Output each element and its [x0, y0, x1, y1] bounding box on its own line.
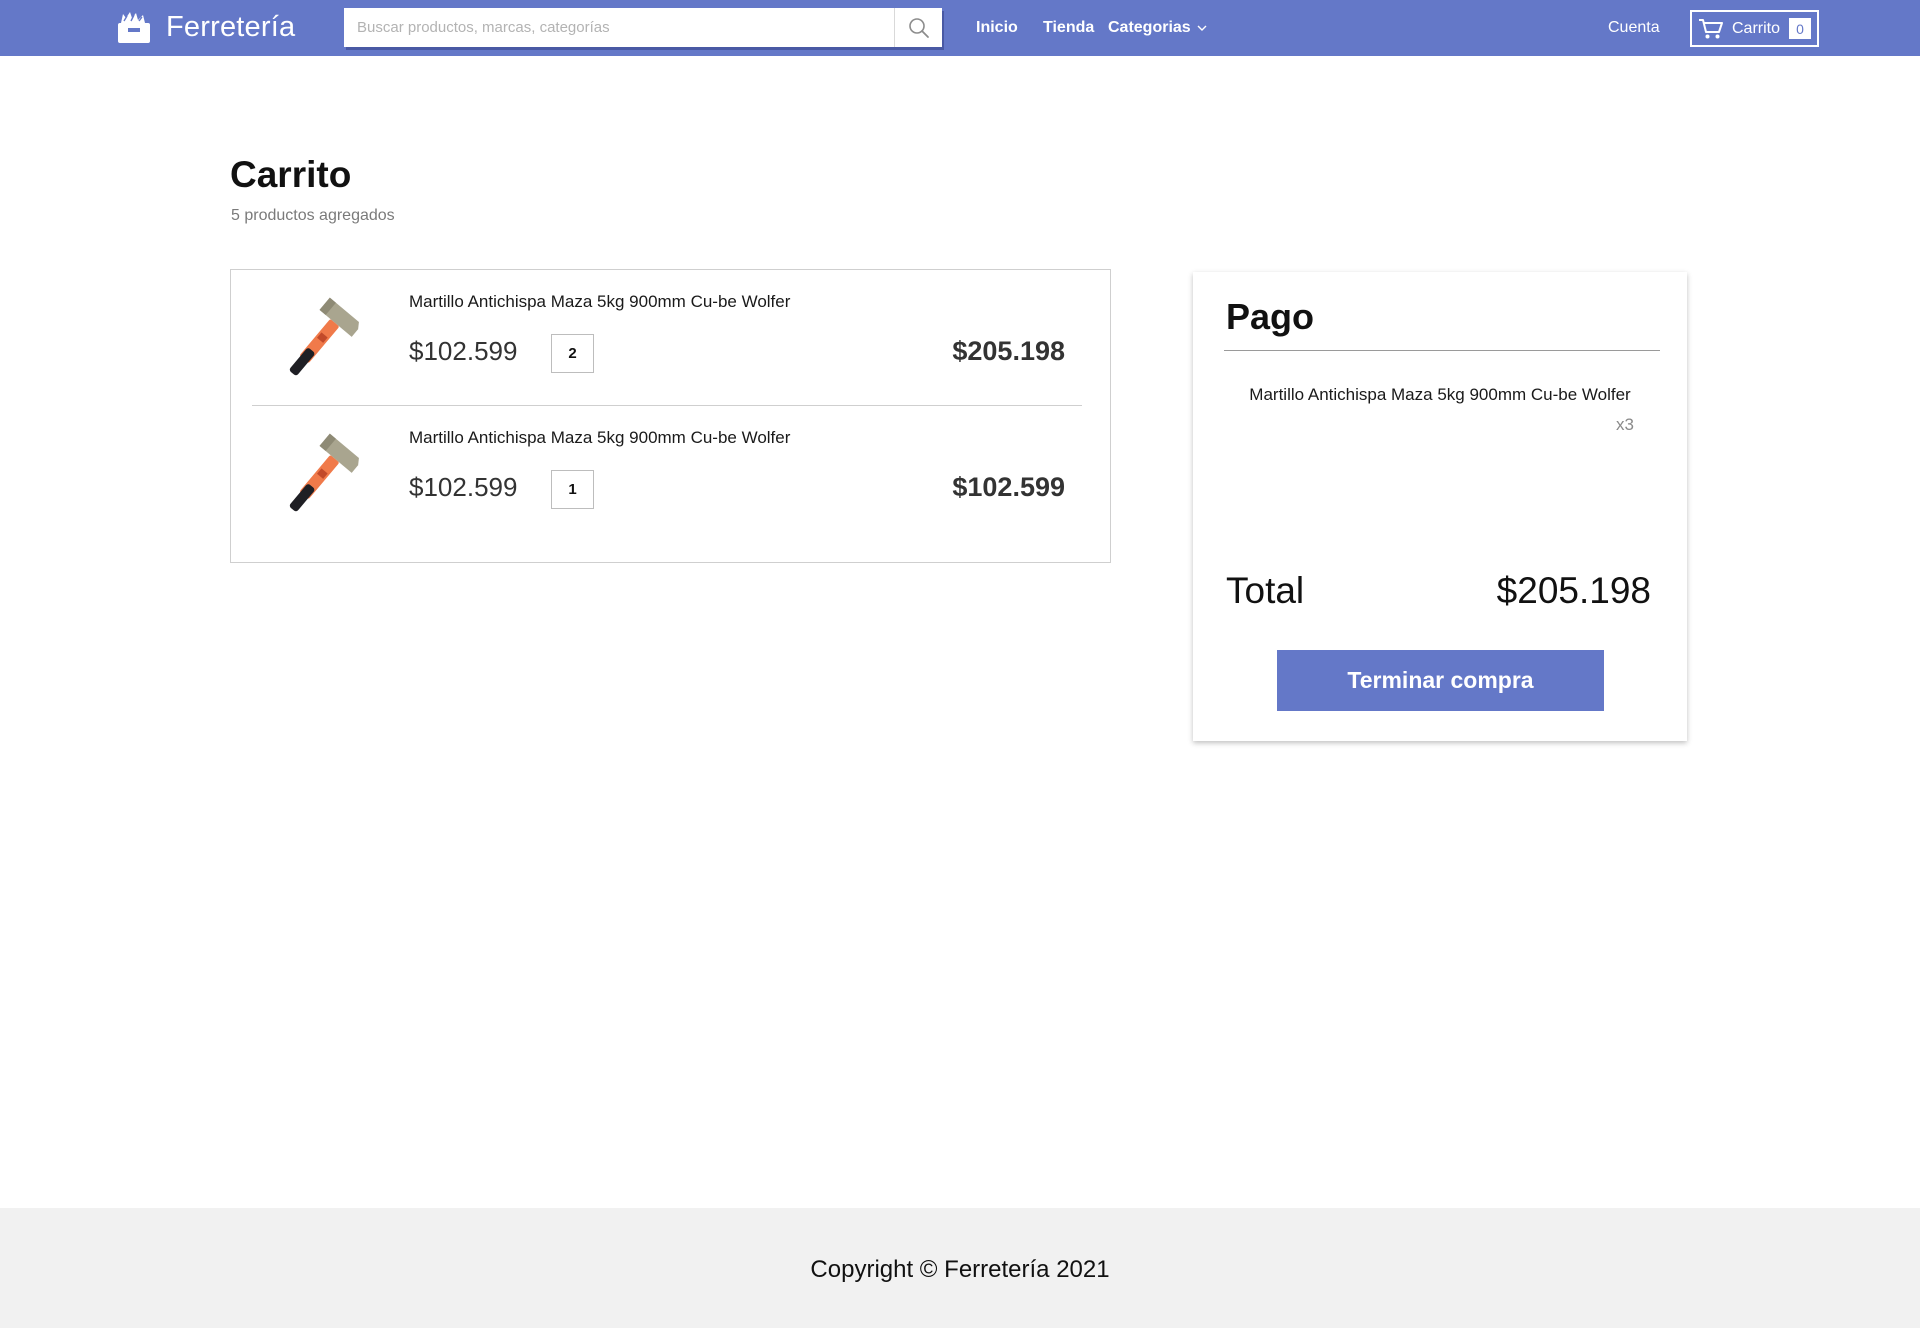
brand-name: Ferretería [166, 11, 296, 43]
payment-divider [1224, 350, 1660, 351]
top-navbar: Ferretería Inicio Tienda Categorias Cuen… [0, 0, 1920, 56]
payment-total-label: Total [1226, 570, 1305, 611]
hammer-icon [289, 433, 359, 512]
payment-title: Pago [1226, 296, 1315, 337]
nav-dropdown-categorias[interactable]: Categorias [1108, 18, 1207, 38]
nav-link-tienda[interactable]: Tienda [1043, 18, 1094, 38]
account-link[interactable]: Cuenta [1608, 18, 1660, 38]
footer-copyright: Copyright © Ferretería 2021 [810, 1256, 1110, 1283]
cart-item-name[interactable]: Martillo Antichispa Maza 5kg 900mm Cu-be… [409, 292, 790, 312]
cart-items-list: Martillo Antichispa Maza 5kg 900mm Cu-be… [230, 269, 1111, 563]
cart-item: Martillo Antichispa Maza 5kg 900mm Cu-be… [252, 270, 1082, 406]
search-icon [908, 17, 929, 38]
cart-item-unit-price: $102.599 [409, 472, 518, 502]
search-bar [344, 8, 942, 47]
cart-item-subtotal: $205.198 [952, 336, 1065, 366]
search-input[interactable] [344, 8, 894, 47]
hammer-icon [289, 297, 359, 376]
cart-label: Carrito [1732, 19, 1781, 37]
brand-logo-link[interactable]: Ferretería [116, 8, 295, 46]
cart-item-name[interactable]: Martillo Antichispa Maza 5kg 900mm Cu-be… [409, 428, 790, 448]
search-button[interactable] [894, 8, 942, 47]
chevron-down-icon [1197, 25, 1207, 31]
nav-categorias-label: Categorias [1108, 19, 1191, 36]
cart-item: Martillo Antichispa Maza 5kg 900mm Cu-be… [252, 406, 1082, 542]
checkout-button[interactable]: Terminar compra [1277, 650, 1604, 711]
nav-link-inicio[interactable]: Inicio [976, 18, 1018, 38]
payment-summary-item-qty: x3 [1616, 415, 1634, 434]
toolbox-icon [118, 12, 150, 43]
cart-item-unit-price: $102.599 [409, 336, 518, 366]
cart-item-subtotal: $102.599 [952, 472, 1065, 502]
quantity-field[interactable]: 1 [551, 470, 594, 509]
page-title: Carrito [230, 154, 352, 195]
payment-summary-item-name: Martillo Antichispa Maza 5kg 900mm Cu-be… [1249, 385, 1631, 404]
page-subtitle: 5 productos agregados [231, 207, 395, 224]
header-cart-button[interactable]: Carrito 0 [1690, 10, 1819, 47]
cart-count-badge: 0 [1789, 18, 1812, 39]
payment-total-value: $205.198 [1496, 570, 1651, 611]
quantity-field[interactable]: 2 [551, 334, 594, 373]
payment-panel: Pago Martillo Antichispa Maza 5kg 900mm … [1193, 272, 1687, 741]
footer: Copyright © Ferretería 2021 [0, 1208, 1920, 1328]
cart-icon [1699, 18, 1723, 38]
